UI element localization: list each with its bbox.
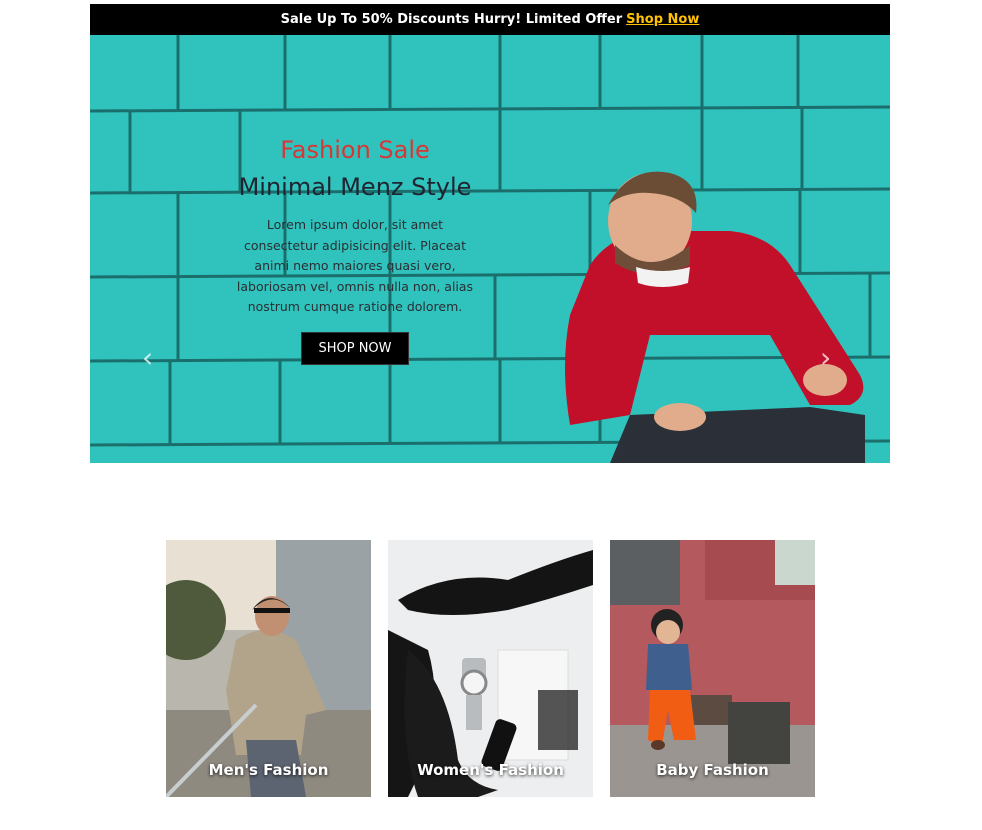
shop-now-link[interactable]: Shop Now [626,12,699,27]
category-card-women[interactable]: Women's Fashion [388,540,593,797]
women-fashion-image [388,540,593,797]
promo-text: Sale Up To 50% Discounts Hurry! Limited … [280,12,623,27]
hero-pretitle: Fashion Sale [280,136,430,164]
hero-content: Fashion Sale Minimal Menz Style Lorem ip… [230,133,480,365]
category-label-women: Women's Fashion [417,761,564,779]
category-label-men: Men's Fashion [208,761,329,779]
category-label-baby: Baby Fashion [656,761,769,779]
hero-image [90,35,890,463]
promo-bar: Sale Up To 50% Discounts Hurry! Limited … [90,4,890,35]
chevron-right-icon[interactable]: › [820,344,840,372]
hero-description: Lorem ipsum dolor, sit amet consectetur … [236,217,474,314]
chevron-left-icon[interactable]: ‹ [142,344,162,372]
hero-title: Minimal Menz Style [238,173,472,201]
men-fashion-image [166,540,371,797]
category-card-men[interactable]: Men's Fashion [166,540,371,797]
hero-carousel: Fashion Sale Minimal Menz Style Lorem ip… [90,35,890,463]
baby-fashion-image [610,540,815,797]
category-card-baby[interactable]: Baby Fashion [610,540,815,797]
category-cards: Men's Fashion Women's Fashion Baby Fashi… [166,540,815,797]
shop-now-button[interactable]: SHOP NOW [301,331,409,365]
page-wrapper: Sale Up To 50% Discounts Hurry! Limited … [90,4,890,463]
